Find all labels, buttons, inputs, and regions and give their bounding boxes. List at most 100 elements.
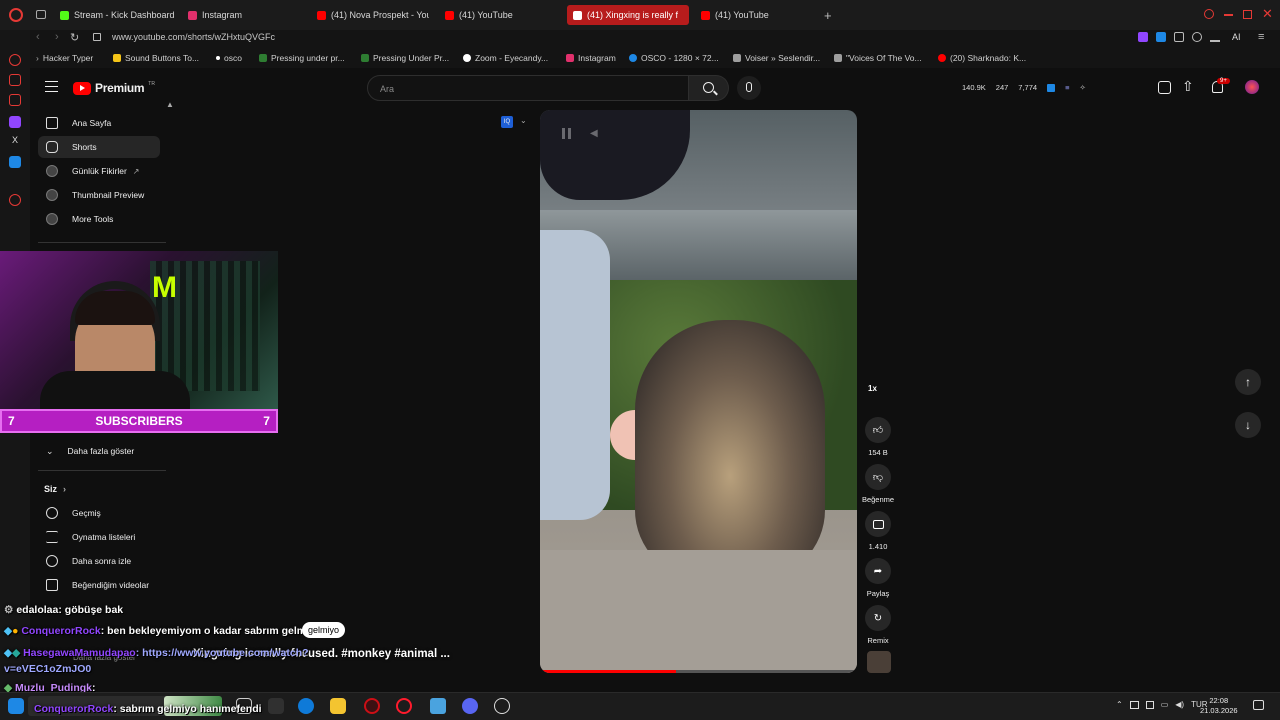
tab-xingxing-active[interactable]: (41) Xingxing is really f xyxy=(567,5,689,25)
extension-translate-icon[interactable] xyxy=(1156,32,1166,42)
you-section-title[interactable]: Siz › xyxy=(44,484,66,494)
opera-logo-icon[interactable] xyxy=(9,8,23,22)
comments-button[interactable] xyxy=(865,511,891,537)
close-window-icon[interactable]: ✕ xyxy=(1262,6,1273,22)
back-icon[interactable]: ‹ xyxy=(36,31,40,43)
player-icon[interactable] xyxy=(9,194,21,206)
obs-icon[interactable] xyxy=(494,698,510,714)
opera-gx-icon[interactable] xyxy=(364,698,380,714)
search-input[interactable]: Ara xyxy=(367,75,689,101)
voice-search-button[interactable] xyxy=(737,76,761,100)
extension-icon[interactable] xyxy=(1047,83,1056,92)
tab-instagram[interactable]: Instagram xyxy=(188,5,242,25)
bookmark-sharknado[interactable]: (20) Sharknado: K... xyxy=(938,53,1026,63)
streamer-hair xyxy=(75,291,155,325)
sidebar-item-shorts[interactable]: Shorts xyxy=(38,136,160,158)
bookmark-voiser[interactable]: Voiser » Seslendir... xyxy=(733,53,820,63)
menu-icon[interactable]: ≡ xyxy=(1258,31,1264,43)
discord-icon[interactable] xyxy=(462,698,478,714)
pause-icon[interactable] xyxy=(562,128,571,139)
tab-youtube-2[interactable]: (41) YouTube xyxy=(701,5,769,25)
sidebar-item-gunluk-fikirler[interactable]: Günlük Fikirler ↗ xyxy=(38,160,160,182)
previous-short-button[interactable]: ↑ xyxy=(1235,369,1261,395)
tab-nova-prospekt[interactable]: (41) Nova Prospekt - YouT xyxy=(317,5,429,25)
bookmark-instagram[interactable]: Instagram xyxy=(566,53,616,63)
chevron-up-icon[interactable]: ⌃ xyxy=(1116,700,1123,709)
new-tab-plus-icon[interactable]: + xyxy=(824,8,832,23)
download-icon[interactable] xyxy=(1210,32,1220,42)
tab-overview-icon[interactable] xyxy=(36,10,46,19)
upload-icon[interactable]: ⇧ xyxy=(1182,78,1194,95)
chevron-down-icon[interactable]: ⌄ xyxy=(520,116,527,125)
opera-icon[interactable] xyxy=(396,698,412,714)
channel-avatar[interactable] xyxy=(867,651,891,673)
aria-icon[interactable] xyxy=(9,54,21,66)
app-icon-2[interactable] xyxy=(430,698,446,714)
remix-button[interactable]: ↻ xyxy=(865,605,891,631)
extension-icons[interactable] xyxy=(1138,32,1220,42)
messenger-icon[interactable] xyxy=(9,74,21,86)
quality-extension-icon[interactable]: IQ xyxy=(501,116,513,128)
dislike-button[interactable]: 👎︎ xyxy=(865,464,891,490)
share-button[interactable]: ➦ xyxy=(865,558,891,584)
display-icon[interactable] xyxy=(1129,700,1139,709)
extension-puzzle-icon[interactable] xyxy=(1174,32,1184,42)
pin-icon[interactable]: ✧ xyxy=(1079,83,1085,92)
avatar[interactable] xyxy=(1245,80,1259,94)
youtube-logo[interactable]: Premium TR xyxy=(73,81,155,95)
instagram-icon[interactable] xyxy=(9,94,21,106)
reload-icon[interactable]: ↻ xyxy=(70,31,79,44)
notification-center-icon[interactable] xyxy=(1253,700,1264,710)
translate-icon[interactable] xyxy=(9,156,21,168)
start-icon[interactable] xyxy=(8,698,24,714)
minimize-icon[interactable] xyxy=(1224,14,1233,16)
create-icon[interactable] xyxy=(1158,81,1171,94)
sidebar-item-playlists[interactable]: Oynatma listeleri xyxy=(38,526,160,548)
volume-icon[interactable]: ◀ xyxy=(590,128,598,139)
screenshot-icon[interactable] xyxy=(1192,32,1202,42)
maximize-icon[interactable] xyxy=(1243,10,1252,19)
next-short-button[interactable]: ↓ xyxy=(1235,412,1261,438)
filter-icon[interactable]: ≡ xyxy=(1065,83,1069,92)
extension-twitch-icon[interactable] xyxy=(1138,32,1148,42)
sidebar-collapse-icon[interactable]: ▲ xyxy=(166,100,174,109)
playback-speed-button[interactable]: 1x xyxy=(868,384,877,393)
tab-kick-dashboard[interactable]: Stream - Kick Dashboard xyxy=(60,5,175,25)
sidebar-item-more-tools[interactable]: More Tools xyxy=(38,208,160,230)
app-icon[interactable] xyxy=(268,698,284,714)
bookmark-pressing-2[interactable]: Pressing Under Pr... xyxy=(361,53,449,63)
device-icon[interactable] xyxy=(1145,700,1154,709)
hamburger-menu-icon[interactable] xyxy=(45,81,58,92)
file-explorer-icon[interactable] xyxy=(330,698,346,714)
sidebar-item-thumbnail-preview[interactable]: Thumbnail Preview xyxy=(38,184,160,206)
sidebar-item-liked-videos[interactable]: Beğendiğim videolar xyxy=(38,574,160,596)
bookmark-zoom[interactable]: Zoom - Eyecandy... xyxy=(463,53,548,63)
clock[interactable]: 22:08 21.03.2026 xyxy=(1200,696,1238,716)
volume-icon[interactable]: ◀) xyxy=(1175,700,1184,709)
network-icon[interactable]: ▭ xyxy=(1161,700,1169,709)
bookmark-sound-buttons[interactable]: Sound Buttons To... xyxy=(113,53,199,63)
bookmark-pressing-1[interactable]: Pressing under pr... xyxy=(259,53,345,63)
search-button[interactable] xyxy=(689,75,729,101)
shorts-video-player[interactable] xyxy=(540,110,857,673)
like-button[interactable]: 👍︎ xyxy=(865,417,891,443)
aria-ai-button[interactable]: AI xyxy=(1232,32,1241,42)
sidebar-item-home[interactable]: Ana Sayfa xyxy=(38,112,160,134)
system-tray[interactable]: ⌃ ▭ ◀) TUR xyxy=(1116,700,1208,709)
x-icon[interactable]: X xyxy=(9,134,21,146)
bookmark-voices[interactable]: "Voices Of The Vo... xyxy=(834,53,922,63)
sidebar-item-history[interactable]: Geçmiş xyxy=(38,502,160,524)
bookmark-hacker-typer[interactable]: › Hacker Typer xyxy=(36,53,93,63)
bookmark-osco-1280[interactable]: OSCO - 1280 × 72... xyxy=(629,53,719,63)
search-tabs-icon[interactable] xyxy=(1204,9,1214,19)
video-progress[interactable] xyxy=(540,670,857,673)
sidebar-item-watch-later[interactable]: Daha sonra izle xyxy=(38,550,160,572)
tab-youtube[interactable]: (41) YouTube xyxy=(445,5,513,25)
bookmark-osco[interactable]: osco xyxy=(216,53,242,63)
twitch-icon[interactable] xyxy=(9,116,21,128)
followers-stat: 7,774 xyxy=(1018,83,1038,92)
edge-icon[interactable] xyxy=(298,698,314,714)
url-field[interactable]: www.youtube.com/shorts/wZHxtuQVGFc xyxy=(112,32,275,42)
show-more-button[interactable]: ⌄ Daha fazla göster xyxy=(38,440,160,462)
forward-icon[interactable]: › xyxy=(55,31,59,43)
